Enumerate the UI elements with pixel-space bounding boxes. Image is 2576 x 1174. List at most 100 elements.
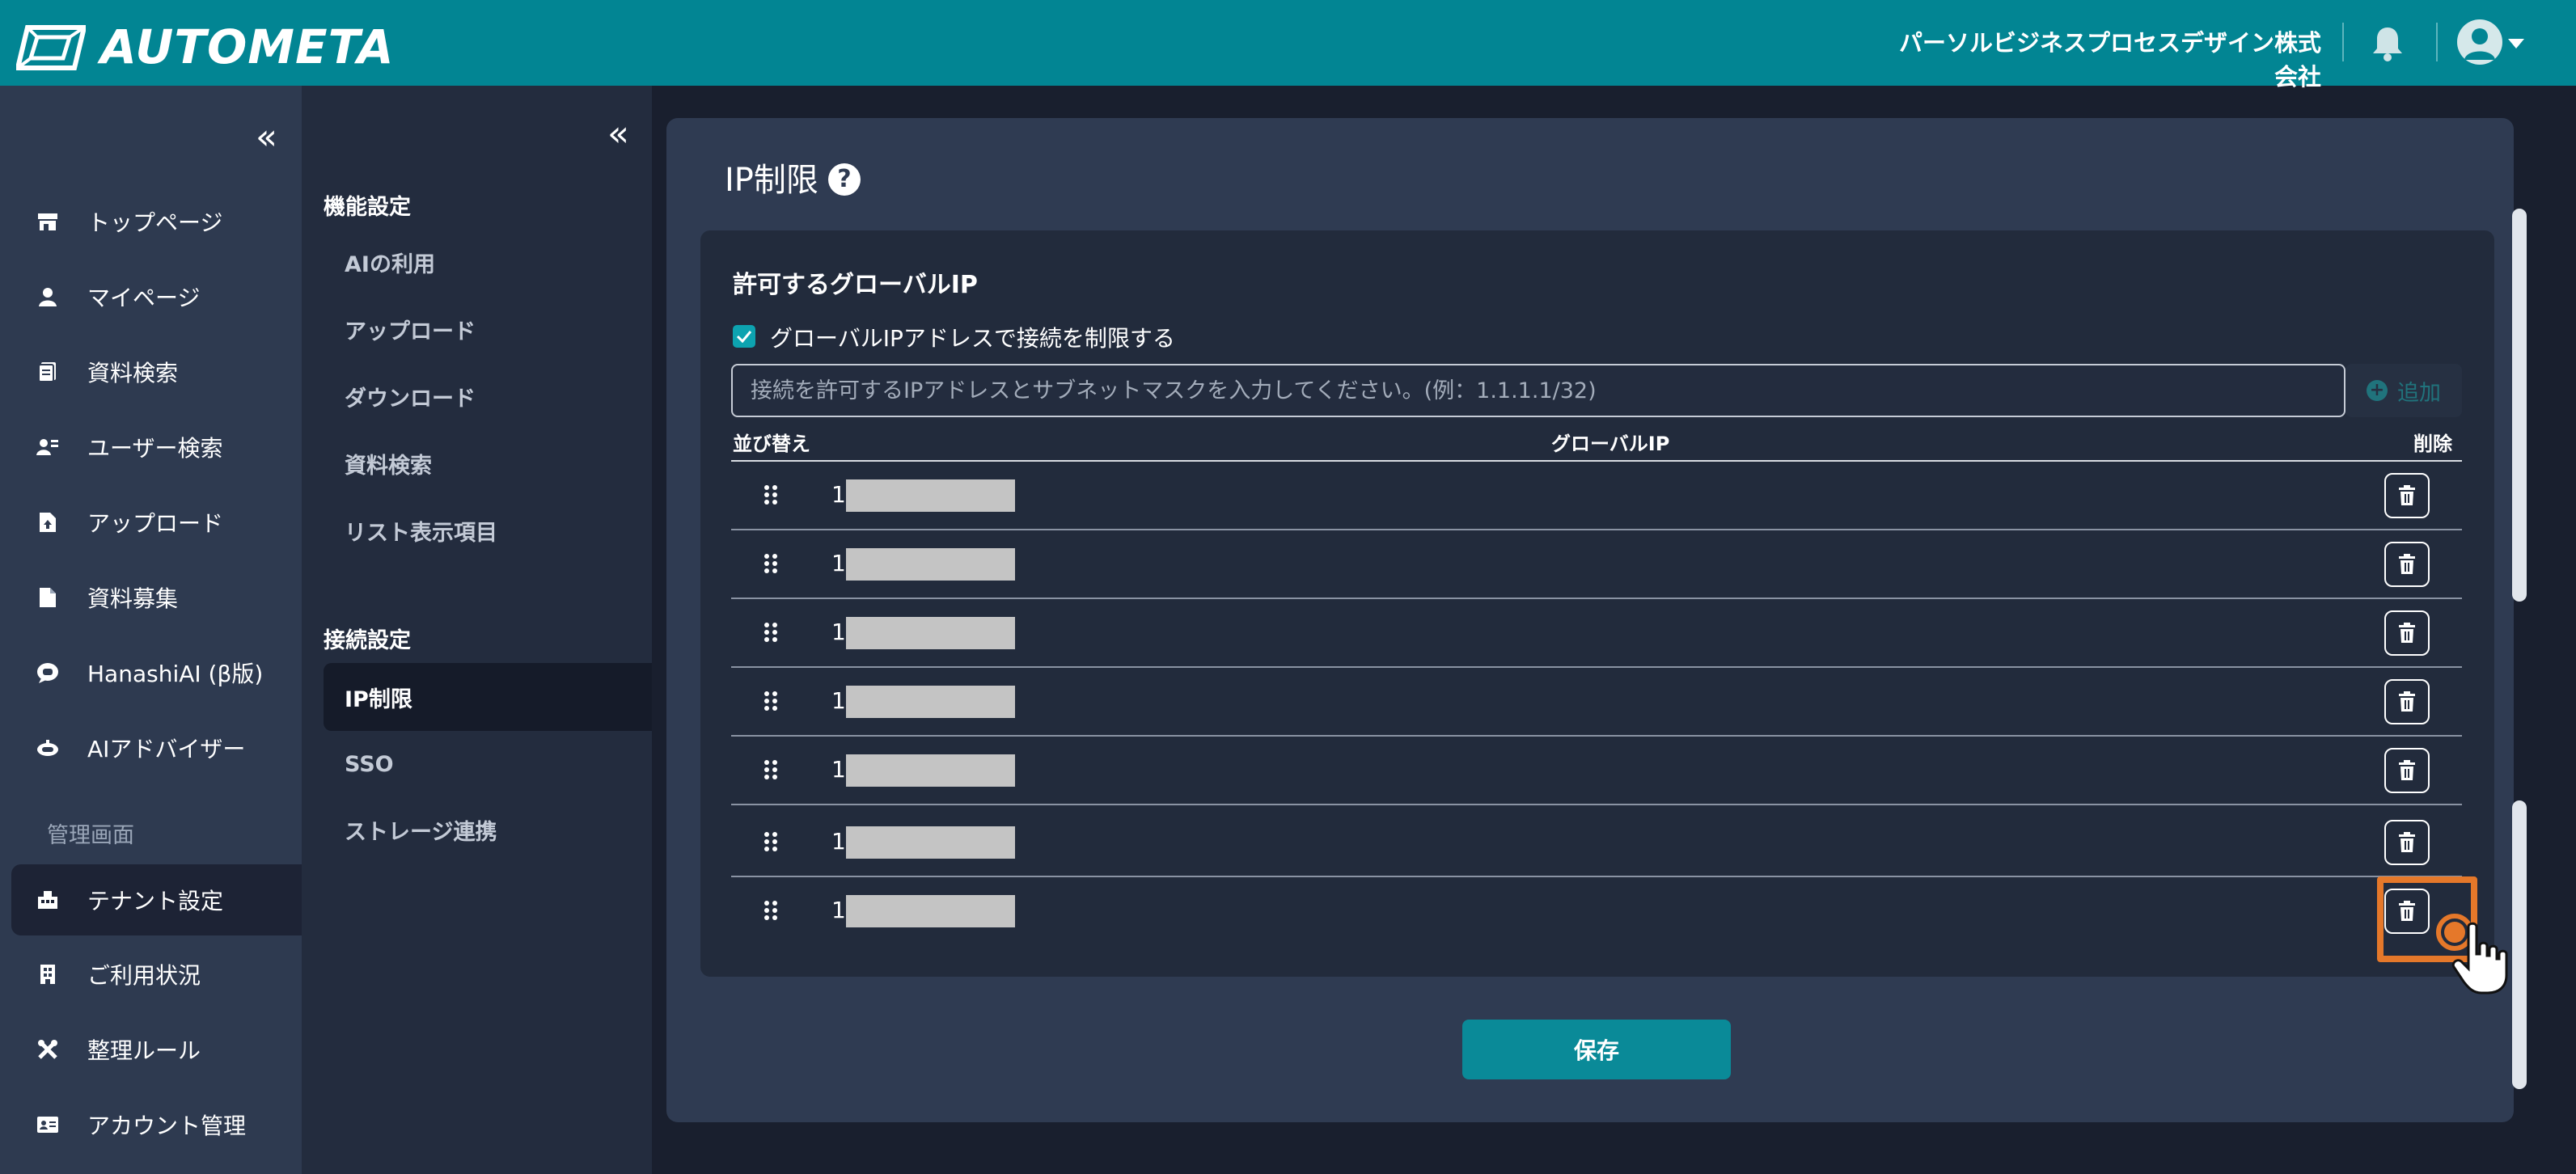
redacted-ip	[846, 479, 1015, 512]
sidebar-item-label: 整理ルール	[87, 1037, 201, 1064]
delete-button[interactable]	[2384, 820, 2430, 865]
delete-button[interactable]	[2384, 610, 2430, 656]
collapse-subnav-icon[interactable]: «	[607, 116, 629, 152]
chat-ai-icon	[36, 661, 60, 685]
store-icon	[36, 209, 60, 234]
redacted-ip	[846, 548, 1015, 581]
file-upload-icon	[36, 510, 60, 534]
sidebar-item-top-page[interactable]: トップページ	[11, 186, 302, 257]
sidebar-item-usage[interactable]: ご利用状況	[11, 939, 302, 1010]
add-ip-button[interactable]: + 追加	[2345, 364, 2462, 417]
sidebar-item-label: トップページ	[87, 209, 223, 236]
person-icon	[36, 285, 60, 309]
hand-pointer-icon	[2451, 922, 2508, 995]
sidebar-item-label: ユーザー検索	[87, 435, 223, 462]
logo[interactable]: AUTOMETA	[16, 21, 395, 73]
ip-value: 1	[831, 756, 846, 783]
subnav-item-storage[interactable]: ストレージ連携	[324, 796, 652, 864]
trash-icon	[2399, 760, 2415, 780]
subnav-item-doc-search[interactable]: 資料検索	[324, 429, 652, 497]
sidebar-item-rules[interactable]: 整理ルール	[11, 1014, 302, 1085]
trash-icon	[2399, 691, 2415, 712]
building-icon	[36, 962, 60, 986]
delete-button[interactable]	[2384, 542, 2430, 587]
user-search-icon	[36, 435, 60, 459]
sidebar-item-hanashi-ai[interactable]: HanashiAI (β版)	[11, 637, 302, 708]
drag-handle-icon[interactable]	[763, 900, 778, 921]
sidebar-item-label: ご利用状況	[87, 962, 201, 989]
scrollbar-thumb[interactable]	[2512, 209, 2527, 602]
ip-value: 1	[831, 687, 846, 714]
user-avatar[interactable]	[2457, 19, 2502, 65]
admin-section-label: 管理画面	[47, 823, 134, 848]
sidebar-item-doc-request[interactable]: 資料募集	[11, 562, 302, 633]
ip-value: 1	[831, 828, 846, 855]
sidebar-item-label: 資料検索	[87, 360, 179, 386]
sidebar-item-label: テナント設定	[87, 888, 224, 914]
ip-value: 1	[831, 619, 846, 645]
delete-button[interactable]	[2384, 748, 2430, 793]
sidebar-item-user-search[interactable]: ユーザー検索	[11, 412, 302, 483]
main-sidebar: « トップページ マイページ 資料検索 ユーザー検索 アップロード 資料募集 H…	[0, 86, 302, 1174]
sidebar-item-my-page[interactable]: マイページ	[11, 261, 302, 332]
chevron-down-icon[interactable]	[2508, 39, 2524, 49]
drag-handle-icon[interactable]	[763, 690, 778, 712]
plus-circle-icon: +	[2367, 380, 2388, 401]
header-divider	[2342, 23, 2344, 61]
trash-icon	[2399, 832, 2415, 852]
id-card-icon	[36, 1113, 60, 1137]
collapse-sidebar-icon[interactable]: «	[256, 120, 277, 155]
ip-address-input[interactable]	[731, 364, 2345, 417]
allowed-ip-card: 許可するグローバルIP グローバルIPアドレスで接続を制限する + 追加 並び替…	[700, 230, 2494, 977]
restrict-ip-checkbox[interactable]	[733, 325, 755, 348]
tenant-icon	[36, 888, 60, 912]
sidebar-item-ai-advisor[interactable]: AIアドバイザー	[11, 712, 302, 783]
ip-value: 1	[831, 481, 846, 508]
drag-handle-icon[interactable]	[763, 759, 778, 780]
notification-bell-icon[interactable]	[2370, 24, 2405, 63]
subnav-item-list-columns[interactable]: リスト表示項目	[324, 496, 652, 564]
trash-icon	[2399, 623, 2415, 643]
drag-handle-icon[interactable]	[763, 622, 778, 643]
redacted-ip	[846, 617, 1015, 649]
save-button[interactable]: 保存	[1462, 1020, 1731, 1079]
sidebar-item-label: 資料募集	[87, 585, 179, 612]
subnav-item-ip-restriction[interactable]: IP制限	[324, 663, 652, 731]
delete-button[interactable]	[2384, 679, 2430, 724]
redacted-ip	[846, 754, 1015, 787]
subnav-item-upload[interactable]: アップロード	[324, 295, 652, 363]
sidebar-item-doc-search[interactable]: 資料検索	[11, 336, 302, 408]
drag-handle-icon[interactable]	[763, 484, 778, 505]
drag-handle-icon[interactable]	[763, 831, 778, 852]
sidebar-item-accounts[interactable]: アカウント管理	[11, 1089, 302, 1160]
logo-icon	[16, 25, 86, 70]
column-header-ip: グローバルIP	[1551, 433, 1670, 455]
page-title: IP制限	[725, 162, 818, 199]
table-row: 1	[731, 877, 2462, 946]
table-row: 1	[731, 462, 2462, 530]
scrollbar-thumb[interactable]	[2512, 800, 2527, 1089]
sidebar-item-label: AIアドバイザー	[87, 736, 246, 762]
sidebar-item-tenant-settings[interactable]: テナント設定	[11, 864, 302, 935]
sidebar-item-label: アップロード	[87, 510, 224, 537]
connection-settings-heading: 接続設定	[324, 628, 411, 653]
delete-button[interactable]	[2384, 473, 2430, 518]
table-row: 1	[731, 599, 2462, 668]
sidebar-item-label: HanashiAI (β版)	[87, 661, 264, 687]
sidebar-item-upload[interactable]: アップロード	[11, 487, 302, 558]
subnav-item-ai-usage[interactable]: AIの利用	[324, 228, 652, 296]
add-label: 追加	[2397, 380, 2441, 406]
settings-subnav: « 機能設定 AIの利用 アップロード ダウンロード 資料検索 リスト表示項目 …	[302, 86, 652, 1174]
help-icon[interactable]: ?	[828, 163, 861, 196]
robot-icon	[36, 736, 60, 760]
subnav-item-download[interactable]: ダウンロード	[324, 362, 652, 430]
tools-icon	[36, 1037, 60, 1062]
header-divider	[2436, 23, 2438, 61]
column-header-delete: 削除	[2413, 433, 2452, 455]
document-search-icon	[36, 360, 60, 384]
subnav-item-sso[interactable]: SSO	[324, 730, 652, 798]
check-icon	[736, 331, 752, 343]
table-row: 1	[731, 530, 2462, 599]
trash-icon	[2399, 485, 2415, 505]
drag-handle-icon[interactable]	[763, 553, 778, 574]
